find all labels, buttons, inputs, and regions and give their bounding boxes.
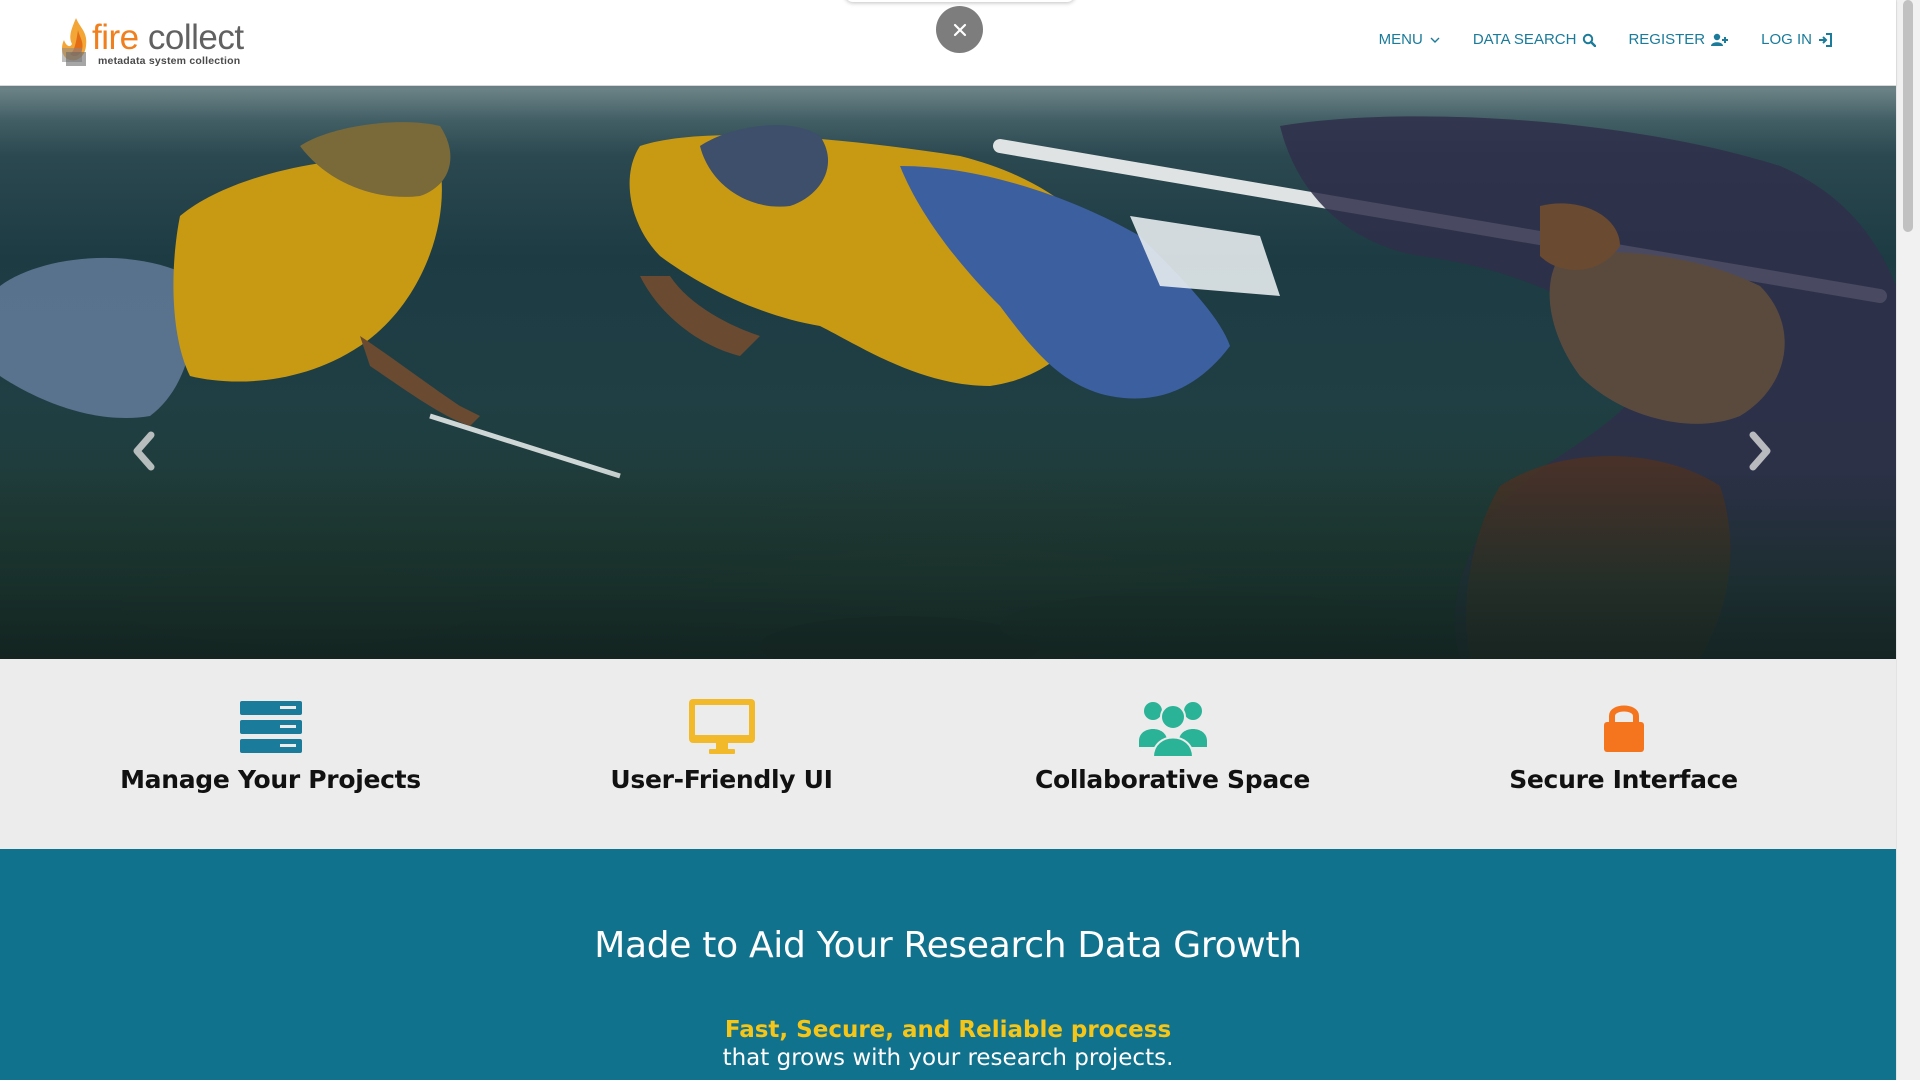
logo-tagline: metadata system collection [98, 55, 241, 67]
feature-title: Collaborative Space [1034, 765, 1311, 794]
feature-collaborative: Collaborative Space [947, 695, 1398, 794]
server-stack-icon [239, 701, 302, 753]
nav-menu-label: MENU [1378, 31, 1423, 48]
nav-register[interactable]: REGISTER [1628, 31, 1729, 48]
main-nav: MENU DATA SEARCH REGISTER LOG IN [1379, 31, 1832, 48]
users-group-icon [1138, 702, 1207, 757]
features-section: Manage Your Projects User-Friendly UI Co… [0, 659, 1896, 849]
hero-carousel [0, 86, 1896, 659]
carousel-next-button[interactable] [1740, 426, 1780, 476]
section-subtitle: that grows with your research projects. [722, 1045, 1174, 1071]
nav-menu-dropdown[interactable]: MENU [1379, 31, 1441, 48]
feature-title: User-Friendly UI [610, 765, 833, 794]
desktop-monitor-icon [688, 699, 755, 754]
user-plus-icon [1711, 33, 1729, 46]
feature-title: Secure Interface [1509, 765, 1738, 794]
feature-title: Manage Your Projects [120, 765, 421, 794]
flame-logo-icon [62, 18, 87, 66]
carousel-prev-button[interactable] [124, 426, 164, 476]
site-logo[interactable]: fire collect metadata system collection [58, 14, 258, 70]
close-icon [953, 23, 966, 36]
reef-floor [0, 466, 1896, 659]
overlay-tab [845, 0, 1075, 2]
scrollbar-thumb[interactable] [1903, 0, 1913, 232]
chevron-right-icon [1749, 431, 1771, 471]
feature-user-friendly: User-Friendly UI [496, 695, 947, 794]
feature-manage-projects: Manage Your Projects [45, 695, 496, 794]
nav-register-label: REGISTER [1628, 31, 1706, 48]
logo-word-fire: fire [92, 18, 139, 57]
research-growth-section: Made to Aid Your Research Data Growth Fa… [0, 849, 1896, 1080]
logo-wordmark: fire collect [92, 20, 244, 56]
section-title: Made to Aid Your Research Data Growth [594, 925, 1302, 966]
page-scrollbar[interactable] [1896, 0, 1920, 1080]
chevron-left-icon [133, 431, 155, 471]
close-overlay-button[interactable] [936, 6, 983, 53]
nav-login[interactable]: LOG IN [1761, 31, 1832, 48]
nav-data-search-label: DATA SEARCH [1472, 31, 1577, 48]
sign-in-icon [1819, 32, 1832, 47]
search-icon [1583, 33, 1597, 47]
feature-secure: Secure Interface [1398, 695, 1849, 794]
section-highlight: Fast, Secure, and Reliable process [724, 1017, 1172, 1043]
nav-data-search[interactable]: DATA SEARCH [1473, 31, 1597, 48]
lock-icon [1603, 705, 1644, 752]
logo-word-collect: collect [147, 18, 244, 57]
nav-login-label: LOG IN [1761, 31, 1812, 48]
chevron-down-icon [1430, 37, 1440, 43]
